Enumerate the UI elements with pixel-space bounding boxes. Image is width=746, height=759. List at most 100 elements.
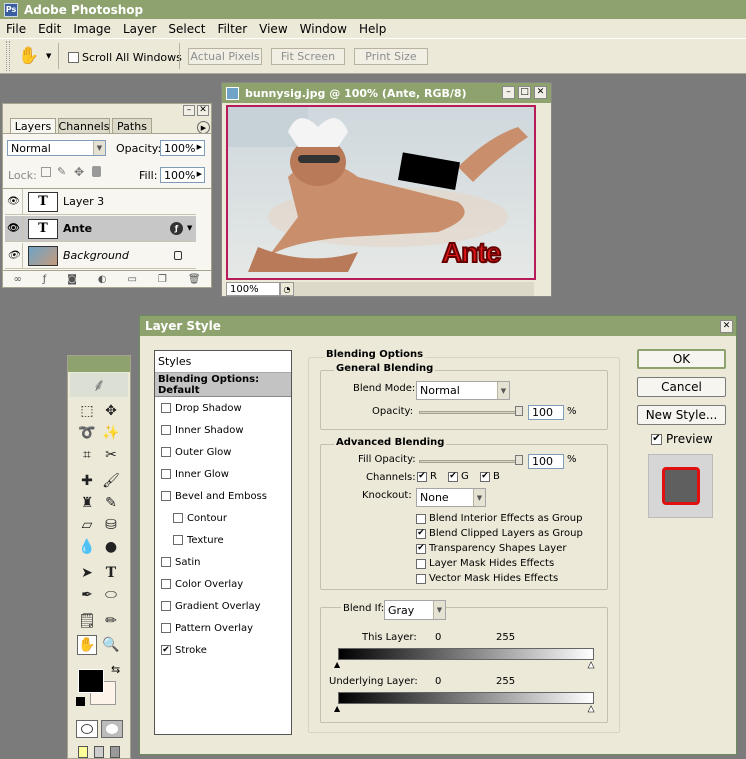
style-item-stroke[interactable]: ✔ Stroke xyxy=(155,639,291,661)
tab-layers[interactable]: Layers xyxy=(10,118,56,133)
hand-tool-icon[interactable]: ✋ xyxy=(77,635,97,655)
fill-opacity-input[interactable]: 100 xyxy=(528,454,564,469)
style-item-inner-shadow[interactable]: Inner Shadow xyxy=(155,419,291,441)
minimize-icon[interactable]: – xyxy=(183,105,195,116)
pen-tool-icon[interactable]: ✒ xyxy=(77,585,97,605)
tab-paths[interactable]: Paths xyxy=(112,118,152,133)
checkbox-checked[interactable]: ✔ xyxy=(480,471,490,482)
lock-all-icon[interactable] xyxy=(92,166,101,177)
menu-filter[interactable]: Filter xyxy=(211,22,253,36)
chevron-right-icon[interactable]: ▶ xyxy=(197,170,202,178)
clone-stamp-icon[interactable]: ♜ xyxy=(77,493,97,513)
opacity-field[interactable]: 100% ▶ xyxy=(160,140,205,156)
fill-opacity-slider[interactable] xyxy=(419,460,523,463)
style-item-texture[interactable]: Texture xyxy=(155,529,291,551)
status-menu-icon[interactable]: ◔ xyxy=(280,282,294,296)
checkbox[interactable] xyxy=(161,579,171,589)
fill-opacity-slider-thumb[interactable] xyxy=(515,455,523,465)
close-icon[interactable]: ✕ xyxy=(534,86,547,99)
menu-view[interactable]: View xyxy=(253,22,293,36)
brush-tool-icon[interactable]: 🖌 xyxy=(101,471,121,491)
layer-row-layer3[interactable]: 👁 T Layer 3 xyxy=(5,189,196,215)
add-mask-icon[interactable]: ◙ xyxy=(67,274,77,285)
zoom-tool-icon[interactable]: 🔍 xyxy=(101,635,121,655)
close-icon[interactable]: ✕ xyxy=(197,105,209,116)
checkbox[interactable] xyxy=(173,513,183,523)
dodge-tool-icon[interactable]: ● xyxy=(101,537,121,557)
menu-file[interactable]: File xyxy=(0,22,32,36)
standard-mode-icon[interactable] xyxy=(76,720,98,738)
new-layer-icon[interactable]: ❐ xyxy=(158,274,167,285)
menu-layer[interactable]: Layer xyxy=(117,22,162,36)
tool-preset-chevron-down-icon[interactable]: ▼ xyxy=(46,52,51,60)
slice-tool-icon[interactable]: ✂ xyxy=(101,445,121,465)
crop-tool-icon[interactable]: ⌗ xyxy=(77,445,97,465)
history-brush-icon[interactable]: ✎ xyxy=(101,493,121,513)
channel-b-checkbox[interactable]: ✔ B xyxy=(480,471,500,482)
checkbox[interactable] xyxy=(161,491,171,501)
checkbox-checked[interactable]: ✔ xyxy=(416,543,426,554)
style-item-drop-shadow[interactable]: Drop Shadow xyxy=(155,397,291,419)
transparency-shapes-checkbox[interactable]: ✔ Transparency Shapes Layer xyxy=(416,543,566,554)
blend-if-select[interactable]: Gray ▼ xyxy=(384,600,446,620)
checkbox-box[interactable] xyxy=(68,52,79,63)
preview-checkbox[interactable]: ✔ Preview xyxy=(651,432,713,446)
foreground-color-swatch[interactable] xyxy=(78,669,104,693)
style-item-contour[interactable]: Contour xyxy=(155,507,291,529)
channel-g-checkbox[interactable]: ✔ G xyxy=(448,471,469,482)
fit-screen-button[interactable]: Fit Screen xyxy=(271,48,345,65)
feather-icon[interactable]: ⸙ xyxy=(70,373,128,397)
path-selection-icon[interactable]: ➤ xyxy=(77,563,97,583)
menu-edit[interactable]: Edit xyxy=(32,22,67,36)
opacity-slider[interactable] xyxy=(419,411,523,414)
underlying-white-slider-icon[interactable]: ▲ xyxy=(588,704,595,714)
underlying-black-slider-icon[interactable]: ▲ xyxy=(334,704,340,713)
checkbox-checked[interactable]: ✔ xyxy=(416,528,426,539)
marquee-tool-icon[interactable]: ⬚ xyxy=(77,401,97,421)
style-item-pattern-overlay[interactable]: Pattern Overlay xyxy=(155,617,291,639)
layer-row-background[interactable]: 👁 Background xyxy=(5,243,196,269)
adjustment-layer-icon[interactable]: ◐ xyxy=(98,274,107,285)
ok-button[interactable]: OK xyxy=(637,349,726,369)
checkbox[interactable] xyxy=(161,469,171,479)
close-icon[interactable]: ✕ xyxy=(720,320,733,333)
menu-select[interactable]: Select xyxy=(162,22,211,36)
menu-image[interactable]: Image xyxy=(67,22,117,36)
chevron-right-icon[interactable]: ▶ xyxy=(197,143,202,151)
swap-colors-icon[interactable]: ⇆ xyxy=(111,663,120,676)
hand-tool-icon[interactable]: ✋ xyxy=(18,46,39,66)
style-item-color-overlay[interactable]: Color Overlay xyxy=(155,573,291,595)
fill-field[interactable]: 100% ▶ xyxy=(160,167,205,183)
lock-move-icon[interactable]: ✥ xyxy=(74,165,84,179)
eye-icon[interactable]: 👁 xyxy=(5,216,23,241)
move-tool-icon[interactable]: ✥ xyxy=(101,401,121,421)
menu-help[interactable]: Help xyxy=(353,22,392,36)
new-group-icon[interactable]: ▭ xyxy=(128,274,137,285)
new-style-button[interactable]: New Style... xyxy=(637,405,726,425)
layer-mask-hides-checkbox[interactable]: Layer Mask Hides Effects xyxy=(416,558,554,569)
checkbox[interactable] xyxy=(161,403,171,413)
actual-pixels-button[interactable]: Actual Pixels xyxy=(188,48,262,65)
dialog-blend-mode-select[interactable]: Normal ▼ xyxy=(416,381,510,400)
screen-mode-standard-icon[interactable] xyxy=(78,746,88,758)
checkbox[interactable] xyxy=(416,558,426,569)
channel-r-checkbox[interactable]: ✔ R xyxy=(417,471,437,482)
style-item-blending-options[interactable]: Blending Options: Default xyxy=(155,373,291,397)
vector-mask-hides-checkbox[interactable]: Vector Mask Hides Effects xyxy=(416,573,558,584)
checkbox[interactable] xyxy=(161,447,171,457)
lock-brush-icon[interactable]: ✎ xyxy=(57,165,66,178)
eye-icon[interactable]: 👁 xyxy=(5,243,23,268)
style-item-outer-glow[interactable]: Outer Glow xyxy=(155,441,291,463)
menu-window[interactable]: Window xyxy=(294,22,353,36)
scroll-all-windows-checkbox[interactable]: Scroll All Windows xyxy=(68,51,182,64)
zoom-field[interactable]: 100% xyxy=(226,282,280,296)
link-icon[interactable]: ∞ xyxy=(13,274,21,285)
horizontal-scrollbar[interactable] xyxy=(294,282,534,296)
eraser-tool-icon[interactable]: ▱ xyxy=(77,515,97,535)
checkbox[interactable] xyxy=(161,557,171,567)
opacity-input[interactable]: 100 xyxy=(528,405,564,420)
style-item-bevel-emboss[interactable]: Bevel and Emboss xyxy=(155,485,291,507)
add-style-icon[interactable]: ƒ xyxy=(43,274,47,285)
chevron-down-icon[interactable]: ▼ xyxy=(187,224,192,232)
checkbox[interactable] xyxy=(161,425,171,435)
